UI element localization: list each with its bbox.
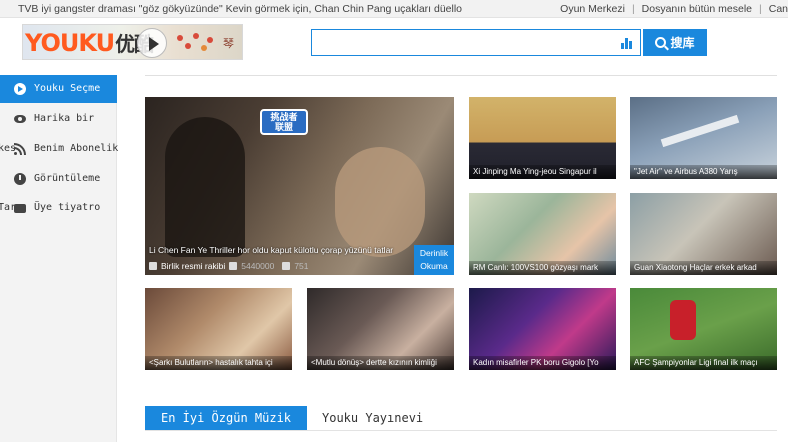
search-input[interactable]: [312, 30, 612, 55]
clock-icon: [14, 173, 26, 185]
top-link-can[interactable]: Can: [769, 0, 788, 18]
logo-play-icon: [137, 28, 167, 58]
video-tile-caption: "Jet Air" ve Airbus A380 Yarış: [630, 165, 777, 179]
sidebar-item-member-theater[interactable]: Tar Üye tiyatro: [0, 194, 117, 222]
tab-best-original-music[interactable]: En İyi Özgün Müzik: [145, 406, 307, 430]
logo-text-you: YOUKU: [25, 29, 115, 57]
featured-comments: 751: [294, 261, 309, 271]
video-tile[interactable]: Guan Xiaotong Haçlar erkek arkad: [630, 193, 777, 275]
tab-underline: [145, 430, 777, 431]
show-logo-bottom: 联盟: [274, 123, 293, 133]
video-tile-caption: <Şarkı Bulutların> hastalık tahta içi: [145, 356, 292, 370]
search-button[interactable]: 搜库: [643, 29, 707, 56]
sidebar-item-label: Görüntüleme: [34, 173, 101, 184]
video-tile-caption: Xi Jinping Ma Ying-jeou Singapur il: [469, 165, 616, 179]
sidebar-item-subscriptions[interactable]: kes Benim Abonelik: [0, 135, 119, 163]
comments-icon: [282, 262, 291, 270]
sidebar-item-label: Üye tiyatro: [34, 202, 101, 213]
channel-icon: [149, 262, 157, 270]
eye-icon: [14, 115, 26, 123]
video-tile-caption: AFC Şampiyonlar Ligi final ilk maçı: [630, 356, 777, 370]
video-tile[interactable]: Xi Jinping Ma Ying-jeou Singapur il: [469, 97, 616, 179]
search-button-label: 搜库: [670, 36, 695, 50]
video-tile[interactable]: <Mutlu dönüş> dertte kızının kimliği: [307, 288, 454, 370]
featured-video[interactable]: 挑战者 联盟 Li Chen Fan Ye Thriller hor oldu k…: [145, 97, 454, 275]
show-logo: 挑战者 联盟: [260, 109, 308, 135]
search-box: [311, 29, 641, 56]
featured-meta: Birlik resmi rakibi 5440000 751: [149, 261, 309, 271]
sidebar-item-history[interactable]: Görüntüleme: [0, 165, 117, 193]
logo-stamp: 琴: [223, 38, 234, 50]
featured-title[interactable]: Li Chen Fan Ye Thriller hor oldu kaput k…: [149, 245, 393, 255]
chart-bars-icon[interactable]: [621, 37, 633, 49]
youku-logo[interactable]: YOUKU优酷 琴: [22, 24, 243, 60]
featured-views: 5440000: [241, 261, 275, 271]
sidebar: Youku Seçme Harika bir kes Benim Aboneli…: [0, 75, 119, 442]
top-link-separator: |: [759, 3, 762, 15]
views-play-icon: [229, 262, 238, 270]
rss-icon: [14, 143, 26, 155]
airplane-shape: [660, 114, 740, 148]
ticket-icon: [14, 204, 26, 213]
top-news-link[interactable]: TVB iyi gangster draması "göz gökyüzünde…: [18, 0, 462, 18]
sidebar-item-label: Harika bir: [34, 113, 95, 124]
video-tile-caption: RM Canlı: 100VS100 gözyaşı mark: [469, 261, 616, 275]
show-logo-top: 挑战者: [270, 113, 298, 123]
play-circle-icon: [14, 83, 26, 95]
player-shape: [670, 300, 696, 340]
sidebar-item-youku-select[interactable]: Youku Seçme: [0, 75, 117, 103]
top-link-separator: |: [631, 3, 635, 15]
top-bar: TVB iyi gangster draması "göz gökyüzünde…: [0, 0, 788, 18]
logo-flower-decoration: [175, 31, 213, 55]
content-divider: [145, 75, 777, 76]
sidebar-item-label: Youku Seçme: [34, 83, 101, 94]
top-links: Oyun Merkezi | Dosyanın bütün mesele | Can: [560, 0, 788, 18]
featured-figure-left: [165, 117, 245, 257]
top-link-file[interactable]: Dosyanın bütün mesele: [642, 0, 752, 18]
top-link-game-center[interactable]: Oyun Merkezi: [560, 0, 625, 18]
search-icon: [655, 37, 667, 48]
video-tile-caption: Kadın misafirler PK boru Gigolo [Yo: [469, 356, 616, 370]
video-tile-caption: <Mutlu dönüş> dertte kızının kimliği: [307, 356, 454, 370]
sidebar-item-great[interactable]: Harika bir: [0, 105, 117, 133]
logo-text: YOUKU优酷: [25, 28, 154, 59]
video-tile[interactable]: RM Canlı: 100VS100 gözyaşı mark: [469, 193, 616, 275]
sidebar-item-label: Benim Abonelik: [34, 143, 119, 154]
video-tile[interactable]: <Şarkı Bulutların> hastalık tahta içi: [145, 288, 292, 370]
video-tile[interactable]: AFC Şampiyonlar Ligi final ilk maçı: [630, 288, 777, 370]
video-tile-caption: Guan Xiaotong Haçlar erkek arkad: [630, 261, 777, 275]
featured-channel[interactable]: Birlik resmi rakibi: [161, 261, 225, 271]
video-tile[interactable]: Kadın misafirler PK boru Gigolo [Yo: [469, 288, 616, 370]
featured-figure-right: [335, 147, 425, 257]
deep-read-button[interactable]: Derinlik Okuma: [414, 245, 454, 275]
tab-youku-publisher[interactable]: Youku Yayınevi: [322, 406, 423, 430]
video-tile[interactable]: "Jet Air" ve Airbus A380 Yarış: [630, 97, 777, 179]
